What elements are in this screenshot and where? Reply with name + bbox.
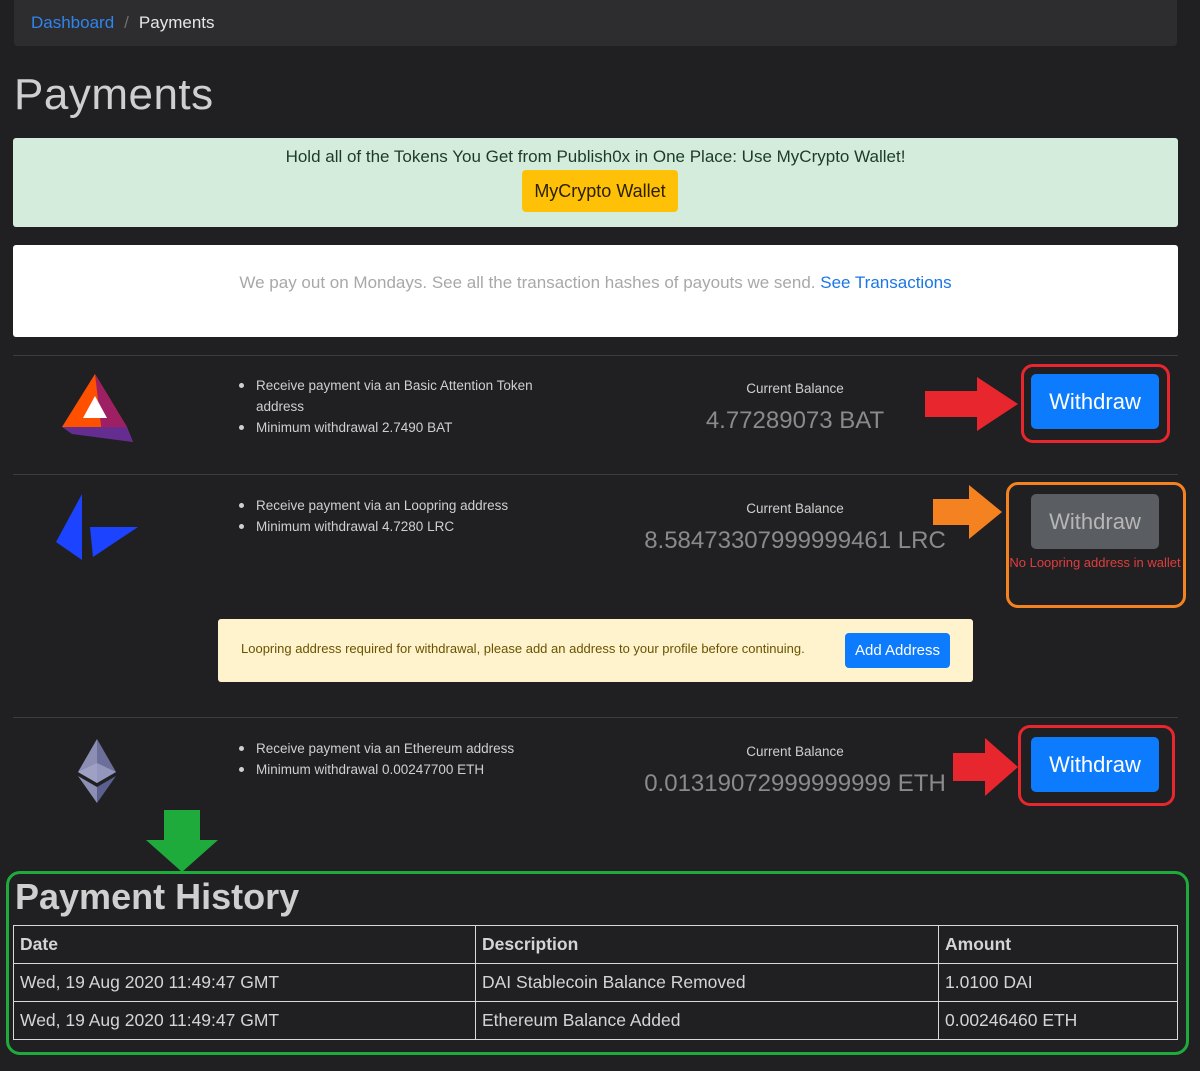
- column-header-description: Description: [475, 925, 939, 964]
- payout-info-text: We pay out on Mondays. See all the trans…: [13, 273, 1178, 293]
- page-title: Payments: [14, 70, 214, 119]
- divider: [13, 355, 1178, 356]
- green-down-arrow-icon: [146, 810, 218, 872]
- table-row: Wed, 19 Aug 2020 11:49:47 GMT DAI Stable…: [13, 963, 1178, 1002]
- eth-details-list: Receive payment via an Ethereum address …: [234, 738, 574, 780]
- payout-info-box: We pay out on Mondays. See all the trans…: [13, 245, 1178, 337]
- lrc-receive-bullet: Receive payment via an Loopring address: [234, 495, 554, 516]
- eth-minimum-bullet: Minimum withdrawal 0.00247700 ETH: [234, 759, 574, 780]
- mycrypto-promo-banner: Hold all of the Tokens You Get from Publ…: [13, 138, 1178, 227]
- lrc-withdraw-button-disabled[interactable]: Withdraw: [1031, 494, 1159, 549]
- breadcrumb-separator: /: [124, 13, 129, 32]
- breadcrumb: Dashboard / Payments: [14, 0, 1177, 46]
- lrc-no-address-warning: No Loopring address in wallet: [1009, 555, 1181, 570]
- breadcrumb-dashboard-link[interactable]: Dashboard: [31, 13, 114, 33]
- orange-arrow-icon: [933, 485, 1002, 539]
- payment-history-table: Date Description Amount Wed, 19 Aug 2020…: [13, 925, 1178, 1040]
- cell-amount: 0.00246460 ETH: [938, 1001, 1178, 1040]
- breadcrumb-current: Payments: [138, 13, 215, 32]
- lrc-balance-label: Current Balance: [746, 501, 844, 516]
- bat-minimum-bullet: Minimum withdrawal 2.7490 BAT: [234, 417, 554, 438]
- eth-withdraw-button[interactable]: Withdraw: [1031, 737, 1159, 792]
- lrc-minimum-bullet: Minimum withdrawal 4.7280 LRC: [234, 516, 554, 537]
- cell-description: Ethereum Balance Added: [475, 1001, 939, 1040]
- eth-balance-value: 0.01319072999999999 ETH: [644, 770, 946, 797]
- bat-withdraw-button[interactable]: Withdraw: [1031, 374, 1159, 429]
- divider: [13, 717, 1178, 718]
- table-header-row: Date Description Amount: [13, 925, 1178, 964]
- payout-info-message: We pay out on Mondays. See all the trans…: [239, 273, 821, 292]
- red-arrow-icon: [953, 738, 1018, 796]
- bat-details-list: Receive payment via an Basic Attention T…: [234, 375, 554, 438]
- bat-balance-label: Current Balance: [746, 381, 844, 396]
- eth-balance-label: Current Balance: [746, 744, 844, 759]
- cell-date: Wed, 19 Aug 2020 11:49:47 GMT: [13, 963, 476, 1002]
- cell-amount: 1.0100 DAI: [938, 963, 1178, 1002]
- bat-receive-bullet: Receive payment via an Basic Attention T…: [234, 375, 554, 417]
- see-transactions-link[interactable]: See Transactions: [820, 273, 951, 292]
- add-address-button[interactable]: Add Address: [845, 633, 950, 668]
- divider: [13, 474, 1178, 475]
- mycrypto-wallet-button[interactable]: MyCrypto Wallet: [522, 170, 678, 212]
- ethereum-logo-icon: [78, 739, 116, 803]
- column-header-amount: Amount: [938, 925, 1178, 964]
- loopring-logo-icon: [56, 494, 138, 560]
- promo-text: Hold all of the Tokens You Get from Publ…: [285, 147, 906, 166]
- alert-text: Loopring address required for withdrawal…: [241, 641, 805, 656]
- cell-date: Wed, 19 Aug 2020 11:49:47 GMT: [13, 1001, 476, 1040]
- payment-history-title: Payment History: [15, 876, 300, 917]
- red-arrow-icon: [925, 377, 1018, 431]
- eth-receive-bullet: Receive payment via an Ethereum address: [234, 738, 574, 759]
- column-header-date: Date: [13, 925, 476, 964]
- cell-description: DAI Stablecoin Balance Removed: [475, 963, 939, 1002]
- bat-logo-icon: [62, 374, 133, 442]
- lrc-details-list: Receive payment via an Loopring address …: [234, 495, 554, 537]
- table-row: Wed, 19 Aug 2020 11:49:47 GMT Ethereum B…: [13, 1001, 1178, 1040]
- loopring-address-alert: Loopring address required for withdrawal…: [218, 619, 973, 682]
